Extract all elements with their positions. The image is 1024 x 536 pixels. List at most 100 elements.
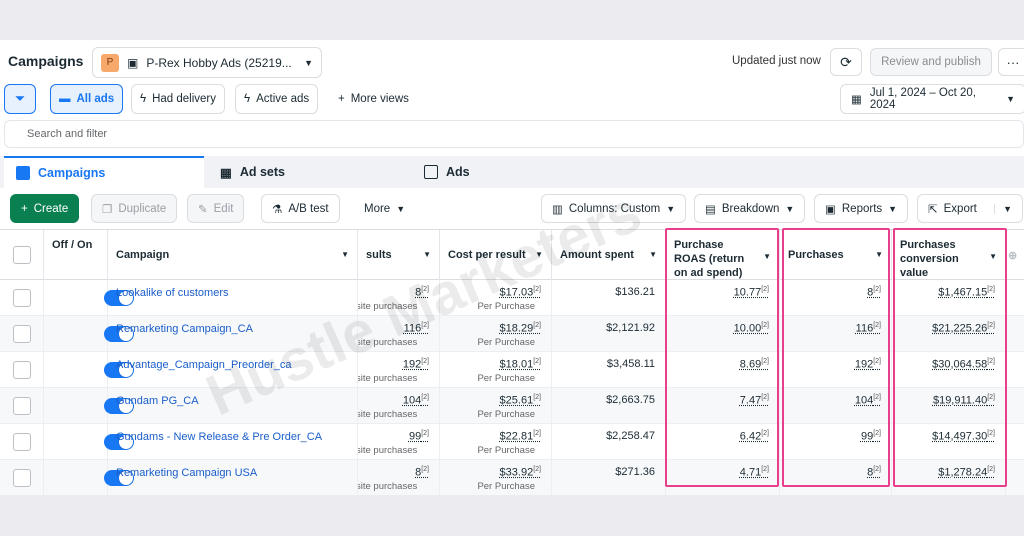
purchases-value[interactable]: 99[2]: [861, 430, 881, 443]
cost-per-result-label: Per Purchase: [477, 481, 535, 492]
breakdown-button[interactable]: ▤ Breakdown ▼: [694, 194, 806, 223]
date-range-picker[interactable]: ▦ Jul 1, 2024 – Oct 20, 2024 ▼: [840, 84, 1024, 114]
campaign-name-link[interactable]: Gundams - New Release & Pre Order_CA: [116, 431, 322, 443]
table-row[interactable]: Gundams - New Release & Pre Order_CA 99[…: [0, 424, 1024, 460]
purchases-value[interactable]: 8[2]: [867, 286, 881, 299]
pencil-icon: ✎: [198, 203, 208, 216]
row-checkbox[interactable]: [13, 433, 31, 451]
sort-icon: ▼: [763, 252, 771, 261]
more-views-button[interactable]: + More views: [330, 84, 417, 114]
campaign-name-link[interactable]: Advantage_Campaign_Preorder_ca: [116, 359, 292, 371]
conversion-value[interactable]: $19,911.40[2]: [933, 394, 995, 407]
conversion-value[interactable]: $14,497.30[2]: [932, 430, 995, 443]
results-value[interactable]: 8[2]: [415, 286, 429, 299]
purchase-roas-value[interactable]: 7.47[2]: [740, 394, 769, 407]
review-publish-button[interactable]: Review and publish: [870, 48, 992, 76]
search-input[interactable]: Search and filter: [4, 120, 1024, 148]
cost-per-result-value[interactable]: $25.61[2]: [500, 394, 541, 407]
all-ads-button[interactable]: ▬ All ads: [50, 84, 124, 114]
col-purchase-roas[interactable]: Purchase ROAS (return on ad spend) ▼: [666, 230, 780, 280]
table-row[interactable]: Advantage_Campaign_Preorder_ca 192[2] si…: [0, 352, 1024, 388]
col-off-on: Off / On: [44, 230, 108, 280]
refresh-icon: ⟳: [840, 53, 852, 70]
campaign-name-link[interactable]: Gundam PG_CA: [116, 395, 199, 407]
col-purchases[interactable]: Purchases ▼: [780, 230, 892, 280]
purchase-roas-value[interactable]: 8.69[2]: [740, 358, 769, 371]
col-amount-spent[interactable]: Amount spent ▼: [552, 230, 666, 280]
table-row[interactable]: Lookalike of customers 8[2] site purchas…: [0, 280, 1024, 316]
purchases-value[interactable]: 116[2]: [856, 322, 881, 335]
results-value[interactable]: 8[2]: [415, 466, 429, 479]
col-results[interactable]: sults ▼: [358, 230, 440, 280]
amount-spent-value: $136.21: [615, 286, 655, 298]
account-selector[interactable]: P ▣ P-Rex Hobby Ads (25219... ▼: [92, 47, 322, 78]
purchase-roas-value[interactable]: 4.71[2]: [740, 466, 769, 479]
ad-account-icon: ▣: [127, 55, 139, 70]
calendar-icon: ▦: [851, 94, 862, 106]
conversion-value[interactable]: $21,225.26[2]: [932, 322, 995, 335]
row-checkbox[interactable]: [13, 361, 31, 379]
tab-ad-sets[interactable]: ▦ Ad sets: [208, 156, 408, 188]
cost-per-result-value[interactable]: $18.29[2]: [500, 322, 541, 335]
results-label: site purchases: [358, 445, 418, 456]
table-row[interactable]: Gundam PG_CA 104[2] site purchases $25.6…: [0, 388, 1024, 424]
edit-button[interactable]: ✎ Edit: [187, 194, 245, 223]
purchase-roas-value[interactable]: 6.42[2]: [740, 430, 769, 443]
row-checkbox[interactable]: [13, 289, 31, 307]
reports-icon: ▣: [825, 203, 836, 216]
row-checkbox[interactable]: [13, 325, 31, 343]
sort-icon: ▼: [423, 250, 431, 259]
export-button[interactable]: ⇱ Export ▼: [917, 194, 1023, 223]
results-value[interactable]: 192[2]: [403, 358, 429, 371]
campaign-name-link[interactable]: Remarketing Campaign_CA: [116, 323, 253, 335]
table-row[interactable]: Remarketing Campaign USA 8[2] site purch…: [0, 460, 1024, 495]
results-value[interactable]: 104[2]: [403, 394, 429, 407]
purchase-roas-value[interactable]: 10.00[2]: [734, 322, 769, 335]
campaign-name-link[interactable]: Lookalike of customers: [116, 287, 229, 299]
purchases-value[interactable]: 192[2]: [855, 358, 881, 371]
more-menu-button[interactable]: More ▼: [354, 194, 416, 223]
more-options-button[interactable]: ···: [998, 48, 1024, 76]
refresh-button[interactable]: ⟳: [830, 48, 862, 76]
conversion-value[interactable]: $30,064.58[2]: [932, 358, 995, 371]
had-delivery-button[interactable]: ϟ Had delivery: [131, 84, 226, 114]
results-value[interactable]: 99[2]: [409, 430, 429, 443]
plus-icon: +: [21, 202, 28, 215]
col-campaign[interactable]: Campaign ▼: [108, 230, 358, 280]
filter-button[interactable]: ⏷: [4, 84, 36, 114]
tab-campaigns[interactable]: Campaigns: [4, 156, 204, 188]
cost-per-result-value[interactable]: $22.81[2]: [500, 430, 541, 443]
select-all-checkbox[interactable]: [13, 246, 31, 264]
conversion-value[interactable]: $1,467.15[2]: [938, 286, 995, 299]
conversion-value[interactable]: $1,278.24[2]: [938, 466, 995, 479]
cost-per-result-value[interactable]: $33.92[2]: [500, 466, 541, 479]
lightning-icon: ϟ: [140, 93, 147, 105]
create-button[interactable]: + Create: [10, 194, 80, 223]
ad-icon: [424, 165, 438, 179]
columns-button[interactable]: ▥ Columns: Custom ▼: [541, 194, 687, 223]
plus-icon: +: [338, 93, 345, 105]
purchases-value[interactable]: 104[2]: [855, 394, 881, 407]
results-value[interactable]: 116[2]: [404, 322, 429, 335]
cost-per-result-label: Per Purchase: [477, 445, 535, 456]
amount-spent-value: $2,258.47: [606, 430, 655, 442]
add-column-icon[interactable]: ⊕: [1006, 230, 1024, 280]
reports-button[interactable]: ▣ Reports ▼: [814, 194, 909, 223]
purchase-roas-value[interactable]: 10.77[2]: [734, 286, 769, 299]
campaign-name-link[interactable]: Remarketing Campaign USA: [116, 467, 257, 479]
row-checkbox[interactable]: [13, 397, 31, 415]
col-cost-per-result[interactable]: Cost per result ▼: [440, 230, 552, 280]
active-ads-button[interactable]: ϟ Active ads: [235, 84, 319, 114]
cost-per-result-value[interactable]: $17.03[2]: [500, 286, 541, 299]
chevron-down-icon[interactable]: ▼: [994, 203, 1012, 214]
ab-test-button[interactable]: ⚗ A/B test: [261, 194, 340, 223]
tab-ads[interactable]: Ads: [412, 156, 612, 188]
purchases-value[interactable]: 8[2]: [867, 466, 881, 479]
duplicate-button[interactable]: ❐ Duplicate: [91, 194, 178, 223]
lightning-icon: ϟ: [244, 93, 251, 105]
col-conversion-value[interactable]: Purchases conversion value ▼: [892, 230, 1006, 280]
row-checkbox[interactable]: [13, 469, 31, 487]
table-row[interactable]: Remarketing Campaign_CA 116[2] site purc…: [0, 316, 1024, 352]
cost-per-result-value[interactable]: $18.01[2]: [500, 358, 541, 371]
amount-spent-value: $2,663.75: [606, 394, 655, 406]
